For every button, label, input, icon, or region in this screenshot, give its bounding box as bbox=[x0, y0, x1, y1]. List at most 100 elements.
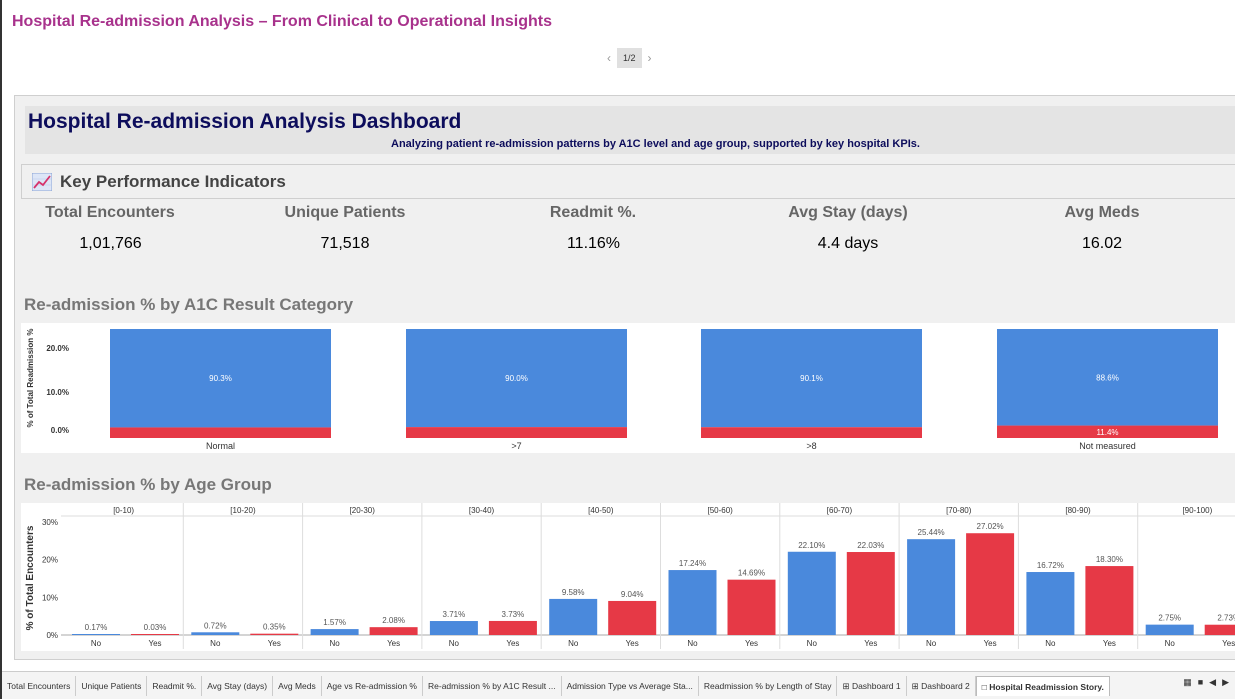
a1c-bar-yes bbox=[406, 427, 627, 438]
scroll-right-icon[interactable]: ▶ bbox=[1222, 677, 1229, 688]
dashboard-subtitle: Analyzing patient re-admission patterns … bbox=[391, 138, 920, 150]
age-x-tick: No bbox=[687, 639, 698, 648]
age-group-label: [30-40) bbox=[469, 506, 495, 515]
age-data-label: 18.30% bbox=[1096, 555, 1123, 564]
sheet-tab-label: Unique Patients bbox=[81, 680, 142, 691]
sheet-tab[interactable]: Avg Meds bbox=[273, 675, 322, 696]
age-data-label: 3.71% bbox=[443, 610, 466, 619]
age-data-label: 3.73% bbox=[502, 610, 525, 619]
chevron-right-icon[interactable]: › bbox=[648, 51, 652, 65]
sheet-tab-label: Readmission % by Length of Stay bbox=[703, 680, 832, 691]
kpi-value: 16.02 bbox=[1081, 235, 1123, 252]
sheet-tab-label: Admission Type vs Average Sta... bbox=[566, 680, 693, 691]
kpi-value: 4.4 days bbox=[817, 235, 879, 252]
grid-view-icon[interactable]: ▦ bbox=[1183, 677, 1192, 688]
age-bar-yes bbox=[488, 620, 537, 635]
age-x-tick: Yes bbox=[864, 639, 877, 648]
a1c-x-tick: Normal bbox=[206, 441, 235, 451]
age-group-label: [50-60) bbox=[707, 506, 733, 515]
a1c-x-tick: >8 bbox=[806, 441, 816, 451]
age-y-axis-label: % of Total Encounters bbox=[25, 525, 36, 630]
a1c-y-tick: 10.0% bbox=[46, 388, 69, 397]
a1c-data-label-no: 88.6% bbox=[1096, 373, 1119, 382]
sheet-tab-bar: Total Encounters Unique Patients Readmit %… bbox=[2, 671, 1235, 699]
age-x-tick: No bbox=[926, 639, 937, 648]
a1c-y-tick: 0.0% bbox=[51, 426, 69, 435]
a1c-data-label-no: 90.0% bbox=[505, 374, 528, 383]
a1c-chart: % of Total Readmission % 20.0% 10.0% 0.0% 90… bbox=[26, 329, 1218, 451]
age-chart-panel: % of Total Encounters 30% 20% 10% 0% [0-10) 0.… bbox=[21, 503, 1235, 651]
age-bar-yes bbox=[727, 579, 776, 635]
age-bar-yes bbox=[1204, 624, 1235, 635]
sheet-tab[interactable]: ⊞ Dashboard 1 bbox=[837, 675, 907, 696]
age-x-tick: Yes bbox=[506, 639, 519, 648]
kpi-value: 1,01,766 bbox=[79, 235, 142, 252]
age-group-label: [70-80) bbox=[946, 506, 972, 515]
sheet-tab[interactable]: Re-admission % by A1C Result ... bbox=[423, 675, 562, 696]
age-x-tick: No bbox=[807, 639, 818, 648]
age-y-tick: 0% bbox=[46, 631, 58, 640]
age-data-label: 22.10% bbox=[798, 541, 825, 550]
age-data-label: 2.75% bbox=[1158, 614, 1181, 623]
sheet-tab[interactable]: Age vs Re-admission % bbox=[322, 675, 423, 696]
age-x-tick: No bbox=[568, 639, 579, 648]
sheet-tab[interactable]: Total Encounters bbox=[2, 675, 77, 696]
a1c-chart-panel: % of Total Readmission % 20.0% 10.0% 0.0% 90… bbox=[21, 323, 1235, 453]
sheet-tab[interactable]: Unique Patients bbox=[76, 675, 148, 696]
sheet-tab[interactable]: □ Hospital Readmission Story. bbox=[975, 675, 1110, 696]
sheet-tab[interactable]: Readmit %. bbox=[147, 675, 203, 696]
age-group-label: [60-70) bbox=[827, 506, 853, 515]
age-bar-no bbox=[668, 570, 717, 635]
a1c-data-label-yes: 11.4% bbox=[1096, 428, 1118, 437]
filmstrip-icon[interactable]: ■ bbox=[1198, 677, 1203, 688]
sheet-tab-label: Dashboard 1 bbox=[851, 680, 901, 691]
age-group-label: [20-30) bbox=[350, 506, 376, 515]
age-bar-yes bbox=[131, 634, 179, 635]
dashboard-header: Hospital Re-admission Analysis Dashboard… bbox=[25, 106, 1235, 154]
age-x-tick: Yes bbox=[387, 639, 400, 648]
age-y-tick: 20% bbox=[42, 556, 58, 565]
scroll-left-icon[interactable]: ◀ bbox=[1209, 677, 1216, 688]
age-data-label: 2.73% bbox=[1217, 614, 1235, 623]
kpi-section-title: Key Performance Indicators bbox=[60, 172, 286, 191]
sheet-tab[interactable]: Avg Stay (days) bbox=[202, 675, 274, 696]
age-group-label: [80-90) bbox=[1065, 506, 1091, 515]
age-y-tick: 30% bbox=[42, 518, 58, 527]
age-bar-no bbox=[72, 634, 120, 635]
age-data-label: 22.03% bbox=[857, 541, 884, 550]
dashboard-icon: ⊞ bbox=[842, 680, 852, 691]
age-x-tick: No bbox=[1165, 639, 1176, 648]
age-data-label: 0.03% bbox=[144, 623, 167, 632]
age-data-label: 0.35% bbox=[263, 623, 286, 632]
a1c-y-tick: 20.0% bbox=[46, 344, 69, 353]
chevron-left-icon[interactable]: ‹ bbox=[607, 51, 611, 65]
age-bar-yes bbox=[250, 633, 299, 635]
sheet-tab[interactable]: Admission Type vs Average Sta... bbox=[562, 675, 699, 696]
age-data-label: 2.08% bbox=[382, 616, 405, 625]
age-data-label: 25.44% bbox=[918, 528, 945, 537]
age-data-label: 0.72% bbox=[204, 621, 227, 630]
tab-bar-controls: ▦ ■ ◀ ▶ bbox=[1183, 677, 1229, 688]
age-bar-no bbox=[787, 551, 836, 635]
age-bar-no bbox=[310, 629, 359, 635]
age-data-label: 16.72% bbox=[1037, 561, 1064, 570]
age-bar-yes bbox=[369, 627, 418, 635]
page-indicator[interactable]: 1/2 bbox=[617, 48, 642, 68]
sheet-tab[interactable]: Readmission % by Length of Stay bbox=[699, 675, 838, 696]
age-bar-yes bbox=[846, 552, 895, 635]
a1c-bar-yes bbox=[701, 427, 922, 438]
age-x-tick: Yes bbox=[984, 639, 997, 648]
kpi-value: 11.16% bbox=[566, 235, 621, 252]
story-frame: Hospital Re-admission Analysis – From Cl… bbox=[0, 0, 1235, 699]
age-chart: % of Total Encounters 30% 20% 10% 0% [0-10) 0.… bbox=[25, 503, 1235, 649]
age-data-label: 14.69% bbox=[738, 569, 765, 578]
age-group-label: [90-100) bbox=[1182, 506, 1212, 515]
age-bar-no bbox=[191, 632, 240, 635]
age-x-tick: Yes bbox=[626, 639, 639, 648]
sheet-tab[interactable]: ⊞ Dashboard 2 bbox=[907, 675, 976, 696]
kpi-value: 71,518 bbox=[320, 235, 370, 252]
sheet-tab-label: Avg Stay (days) bbox=[207, 680, 268, 691]
a1c-data-label-no: 90.3% bbox=[209, 374, 232, 383]
age-data-label: 1.57% bbox=[323, 618, 346, 627]
age-bar-no bbox=[907, 539, 956, 635]
